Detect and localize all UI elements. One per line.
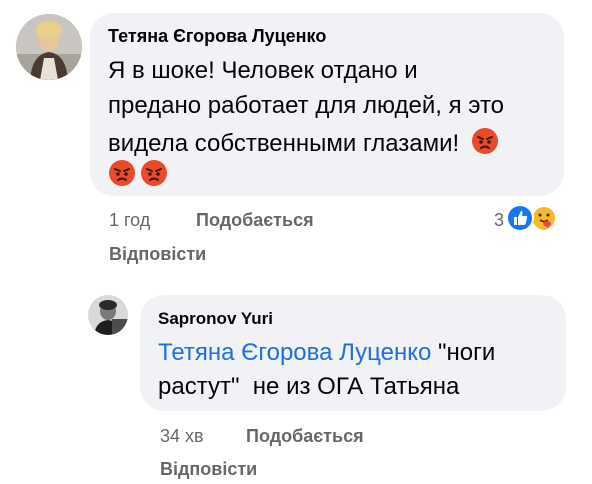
mention-link[interactable]: Тетяна Єгорова Луценко (158, 339, 431, 366)
care-reaction-icon (530, 204, 558, 237)
reaction-count: 3 (494, 210, 505, 230)
reaction-summary[interactable]: 3 (494, 204, 558, 237)
angry-face-icon (471, 127, 499, 160)
reply-text-line-2: растут" не из ОГА Татьяна (158, 373, 460, 400)
reply-text-line-1: "ноги (431, 339, 496, 366)
avatar-photo (16, 14, 82, 80)
comment-timestamp[interactable]: 1 год (109, 210, 150, 231)
reply-timestamp[interactable]: 34 хв (160, 426, 204, 447)
like-reaction-icon (506, 204, 535, 237)
comment-text-line-2: предано работает для людей, я это (108, 92, 505, 119)
reply-author[interactable]: Sapronov Yuri (158, 309, 273, 329)
reply-reply-button[interactable]: Відповісти (160, 459, 257, 480)
comment-bubble: Тетяна Єгорова Луценко Я в шоке! Человек… (90, 13, 564, 196)
like-button[interactable]: Подобається (196, 210, 314, 231)
reply-bubble: Sapronov Yuri Тетяна Єгорова Луценко "но… (140, 295, 566, 411)
reply-avatar-photo (88, 295, 128, 335)
reply-button[interactable]: Відповісти (109, 244, 206, 265)
angry-face-icon (108, 159, 136, 192)
reply-like-button[interactable]: Подобається (246, 426, 364, 447)
comment-text-line-1: Я в шоке! Человек отдано и (108, 57, 418, 84)
angry-face-icon (140, 159, 168, 192)
comment-text-line-3: видела собственными глазами! (108, 129, 460, 157)
avatar[interactable] (16, 14, 82, 80)
comment-author[interactable]: Тетяна Єгорова Луценко (108, 26, 326, 47)
reply-avatar[interactable] (88, 295, 128, 335)
